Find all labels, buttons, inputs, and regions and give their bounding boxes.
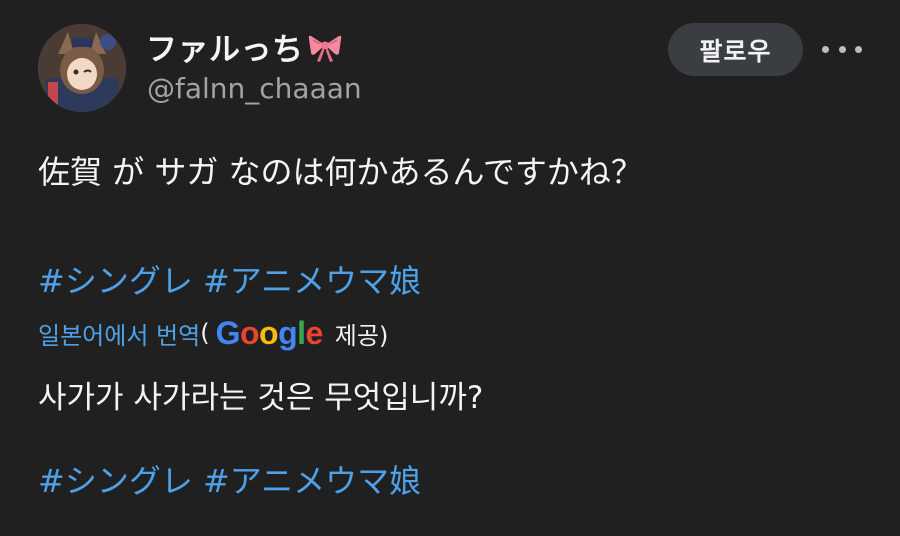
translation-provider-suffix: 제공)	[334, 321, 389, 350]
avatar[interactable]	[38, 24, 126, 112]
follow-button[interactable]: 팔로우	[668, 23, 803, 76]
more-dot	[855, 45, 862, 53]
avatar-image	[38, 24, 126, 112]
ribbon-icon	[308, 33, 342, 71]
translated-text: 사가가 사가라는 것은 무엇입니까?	[38, 380, 484, 416]
more-dot	[838, 45, 846, 53]
translation-attribution: 일본어에서 번역 ( Google 제공)	[38, 315, 388, 351]
more-horizontal-icon[interactable]	[822, 36, 862, 62]
google-logo: Google	[215, 314, 324, 351]
tweet-text: 佐賀 が サガ なのは何かあるんですかね？	[38, 153, 643, 191]
translate-link[interactable]: 일본어에서 번역	[38, 316, 200, 351]
more-dot	[822, 45, 829, 53]
tweet-card: ファルっち @falnn_chaaan 팔로우 佐賀 が サガ なのは何かあるん…	[0, 0, 900, 536]
open-paren: (	[200, 319, 210, 347]
user-handle[interactable]: @falnn_chaaan	[147, 72, 362, 105]
translated-hashtags[interactable]: #シングレ #アニメウマ娘	[38, 456, 421, 502]
display-name[interactable]: ファルっち	[146, 24, 342, 71]
display-name-text: ファルっち	[146, 32, 304, 68]
tweet-hashtags[interactable]: #シングレ #アニメウマ娘	[38, 256, 421, 302]
